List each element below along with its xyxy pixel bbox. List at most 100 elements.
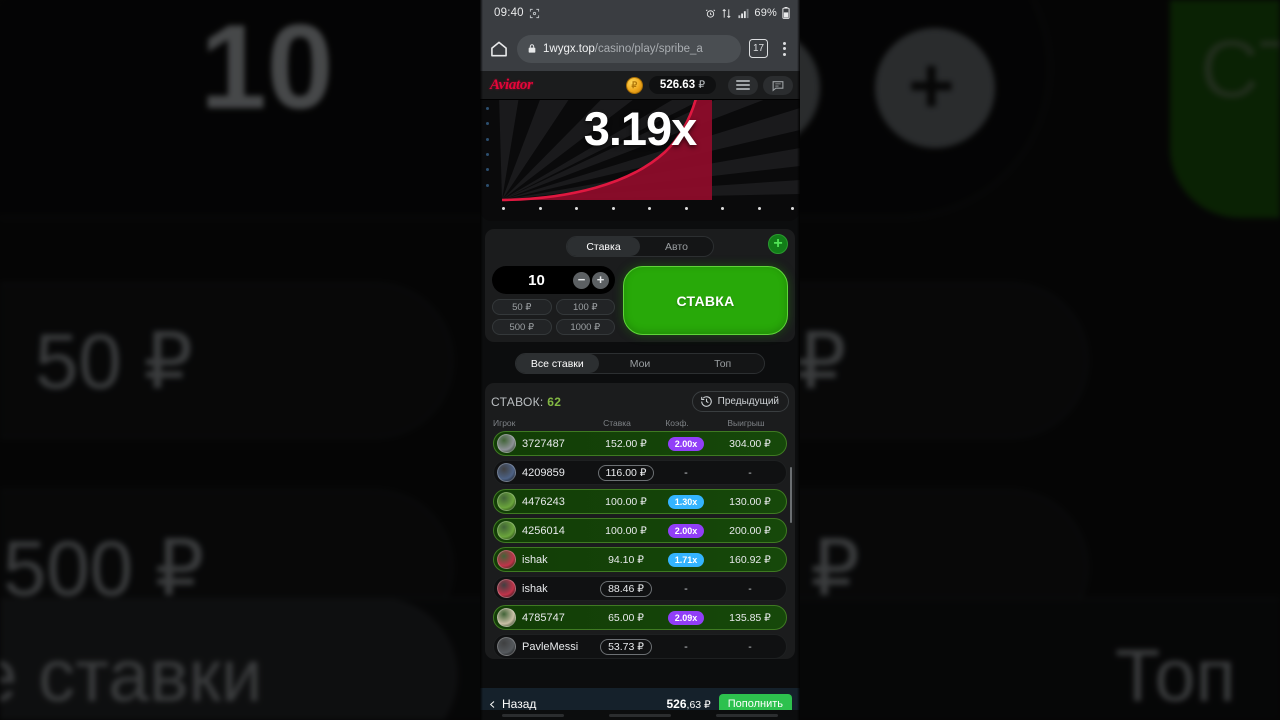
bet-amount: 94.10 ₽ [608, 553, 644, 566]
bg-tab-all-label: Все ставки [0, 634, 263, 717]
table-row[interactable]: PavleMessi 53.73 ₽ - - [493, 634, 787, 659]
quick-amount-1000[interactable]: 1000 ₽ [555, 319, 615, 335]
tab-stavka[interactable]: Ставка [567, 237, 640, 256]
col-coef: Коэф. [665, 418, 689, 428]
bet-amount: 116.00 ₽ [594, 464, 658, 481]
chevron-left-icon [489, 700, 495, 708]
coin-icon: ₽ [625, 76, 643, 94]
player-name: ishak [522, 582, 548, 595]
quick-amount-100[interactable]: 100 ₽ [555, 299, 615, 315]
url-path: /casino/play/spribe_a [594, 42, 703, 55]
player-name: 4256014 [522, 524, 565, 537]
bet-amount-value[interactable]: 10 [492, 272, 571, 289]
tab-count-button[interactable]: 17 [749, 39, 768, 58]
url-bar[interactable]: 1wygx.top/casino/play/spribe_a [517, 34, 741, 63]
win-amount: - [748, 640, 752, 653]
tab-auto[interactable]: Авто [640, 237, 713, 256]
player-name: 4209859 [522, 466, 565, 479]
bets-list[interactable]: 3727487 152.00 ₽ 2.00x 304.00 ₽ 4209859 116.0… [487, 431, 793, 659]
table-row[interactable]: ishak 94.10 ₽ 1.71x 160.92 ₽ [493, 547, 787, 572]
game-header: Aviator ₽ 526.63 ₽ [480, 71, 800, 100]
bet-amount: 152.00 ₽ [605, 437, 647, 450]
coefficient: - [684, 466, 688, 479]
home-icon[interactable] [489, 39, 509, 59]
tab-top-bets[interactable]: Топ [681, 354, 764, 373]
browser-toolbar: 1wygx.top/casino/play/spribe_a 17 [480, 26, 800, 71]
header-balance: 526.63 ₽ [648, 76, 716, 94]
bg-tab-top-label: Топ [1115, 634, 1236, 717]
avatar [497, 463, 516, 482]
phone-right-edge-shadow [797, 0, 800, 720]
player-name: 3727487 [522, 437, 565, 450]
phone-left-edge-shadow [480, 0, 483, 720]
col-bet: Ставка [603, 418, 631, 428]
bets-header: СТАВОК: 62 Предыдущий [487, 390, 793, 412]
player-name: 4785747 [522, 611, 565, 624]
win-amount: 135.85 ₽ [729, 611, 771, 624]
bg-stake-label: СТАВКА [1200, 24, 1280, 115]
avatar [497, 608, 516, 627]
history-clock-icon [700, 396, 712, 407]
add-bet-panel-button[interactable]: + [768, 234, 788, 254]
kebab-menu-icon[interactable] [776, 41, 792, 56]
win-amount: - [748, 582, 752, 595]
coefficient: 2.00x [658, 523, 714, 538]
url-text: 1wygx.top/casino/play/spribe_a [543, 43, 703, 55]
table-row[interactable]: 4209859 116.00 ₽ - - [493, 460, 787, 485]
status-badge: 1.30x [667, 494, 705, 509]
back-button[interactable]: Назад [488, 697, 536, 711]
win-amount: - [748, 466, 752, 479]
win-amount: 160.92 ₽ [729, 553, 771, 566]
player-name: ishak [522, 553, 548, 566]
bets-panel: СТАВОК: 62 Предыдущий Игрок Ставка Коэф.… [485, 383, 795, 659]
tab-all-bets[interactable]: Все ставки [516, 354, 599, 373]
hamburger-menu-icon[interactable] [728, 75, 758, 95]
nav-hint-back[interactable] [502, 713, 565, 717]
avatar [497, 434, 516, 453]
table-row[interactable]: 4256014 100.00 ₽ 2.00x 200.00 ₽ [493, 518, 787, 543]
bg-stepper-value: 10 [200, 0, 334, 134]
quick-amount-50[interactable]: 50 ₽ [492, 299, 552, 315]
table-row[interactable]: 3727487 152.00 ₽ 2.00x 304.00 ₽ [493, 431, 787, 456]
lock-icon [527, 43, 537, 54]
bet-amount: 65.00 ₽ [608, 611, 644, 624]
table-row[interactable]: 4785747 65.00 ₽ 2.09x 135.85 ₽ [493, 605, 787, 630]
win-amount: 304.00 ₽ [729, 437, 771, 450]
bets-column-headers: Игрок Ставка Коэф. Выигрыш [487, 412, 793, 431]
stake-button[interactable]: СТАВКА [623, 266, 788, 335]
phone-screen: 09:40 69% 1wygx.top/casino/play/spribe_a… [480, 0, 800, 720]
avatar [497, 550, 516, 569]
bet-amount: 100.00 ₽ [605, 524, 647, 537]
table-row[interactable]: ishak 88.46 ₽ - - [493, 576, 787, 601]
quick-amount-500[interactable]: 500 ₽ [492, 319, 552, 335]
tab-my-bets[interactable]: Мои [599, 354, 682, 373]
aviator-logo: Aviator [490, 76, 533, 93]
chat-icon[interactable] [763, 75, 793, 95]
android-nav-hints [480, 710, 800, 720]
bet-mode-switch: Ставка Авто [566, 236, 714, 257]
screenshot-root: 10 − + 50 ₽ 100 ₽ 500 ₽ 1000 ₽ СТАВКА Вс… [0, 0, 1280, 720]
status-time: 09:40 [494, 7, 524, 19]
minus-icon[interactable]: − [573, 271, 590, 289]
status-badge: 2.00x [667, 436, 705, 451]
player-name: 4476243 [522, 495, 565, 508]
coefficient: 2.09x [658, 610, 714, 625]
bets-scrollbar-thumb[interactable] [789, 467, 792, 523]
nav-hint-recents[interactable] [715, 713, 778, 717]
coefficient: 2.00x [658, 436, 714, 451]
status-badge: 1.71x [667, 552, 705, 567]
plus-icon[interactable]: + [592, 271, 609, 289]
previous-round-button[interactable]: Предыдущий [691, 391, 789, 412]
win-amount: 130.00 ₽ [729, 495, 771, 508]
col-player: Игрок [493, 418, 516, 428]
avatar [497, 492, 516, 511]
avatar [497, 521, 516, 540]
table-row[interactable]: 4476243 100.00 ₽ 1.30x 130.00 ₽ [493, 489, 787, 514]
signal-bars-icon [737, 8, 749, 19]
bet-amount-stepper[interactable]: 10 − + [492, 266, 615, 294]
nav-hint-home[interactable] [608, 713, 671, 717]
status-bar: 09:40 69% [480, 0, 800, 26]
multiplier-display: 3.19x [583, 102, 698, 155]
alarm-clock-icon [705, 8, 716, 19]
bet-amount: 88.46 ₽ [594, 580, 658, 597]
